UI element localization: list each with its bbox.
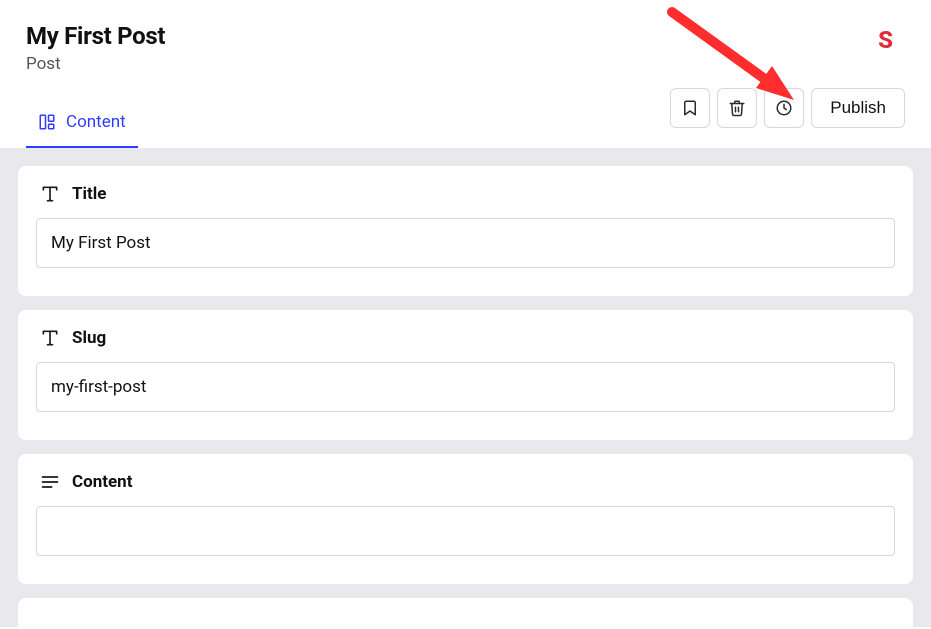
bookmark-button[interactable] [670,88,710,128]
paragraph-icon [40,472,60,492]
content-input[interactable] [36,506,895,556]
field-card-content: Content [18,454,913,584]
content-area: Title Slug Content [0,148,931,627]
field-card-title: Title [18,166,913,296]
tab-content-label: Content [66,112,126,132]
bookmark-icon [681,99,699,117]
clock-icon [775,99,793,117]
field-label-content: Content [40,472,895,492]
delete-button[interactable] [717,88,757,128]
editor-header: My First Post Post S Publish Content [0,0,931,148]
schedule-button[interactable] [764,88,804,128]
slug-input[interactable] [36,362,895,412]
field-card-slug: Slug [18,310,913,440]
page-title: My First Post [26,22,165,50]
text-icon [40,328,60,348]
publish-button[interactable]: Publish [811,88,905,128]
text-icon [40,184,60,204]
title-block: My First Post Post [26,22,165,74]
field-label-slug-text: Slug [72,328,106,348]
field-card-next [18,598,913,627]
field-label-content-text: Content [72,472,132,492]
title-input[interactable] [36,218,895,268]
field-label-title-text: Title [72,184,106,204]
page-subtitle: Post [26,54,165,74]
trash-icon [728,99,746,117]
field-label-slug: Slug [40,328,895,348]
tab-content[interactable]: Content [26,112,138,148]
layout-icon [38,113,56,131]
action-bar: Publish [670,88,905,128]
brand-mark: S [878,26,893,54]
field-label-title: Title [40,184,895,204]
